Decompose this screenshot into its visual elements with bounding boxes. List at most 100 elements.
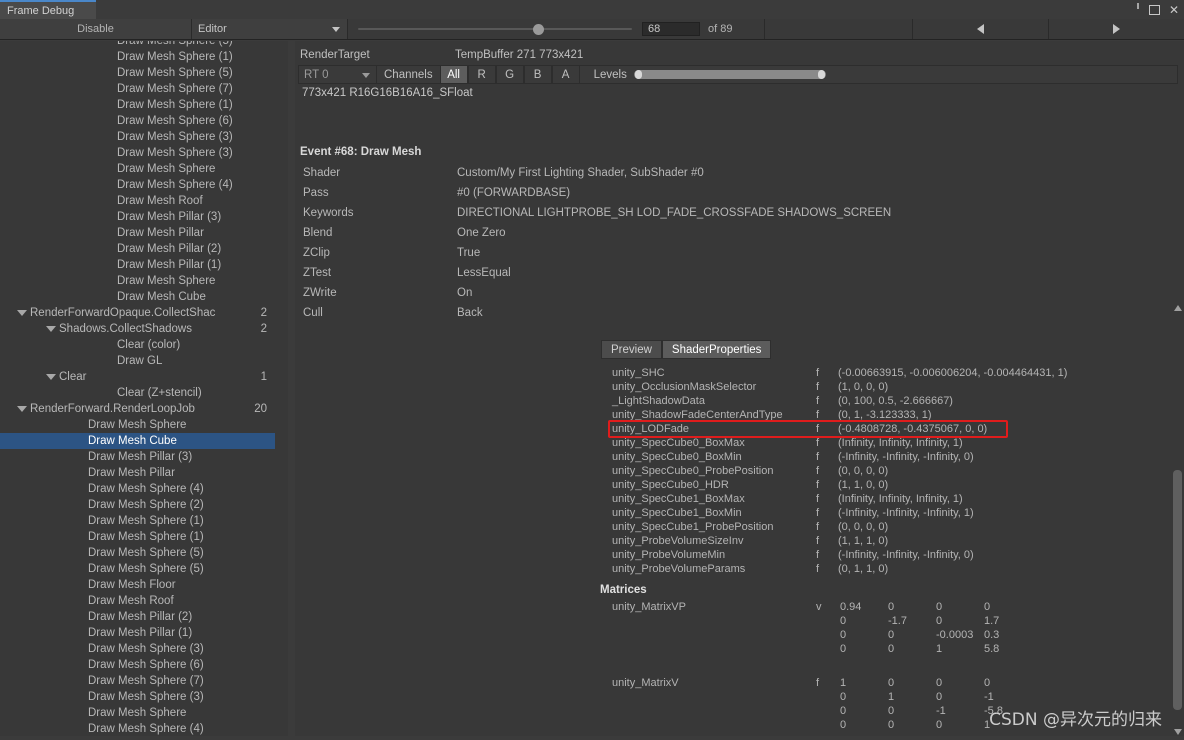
tree-item[interactable]: Draw Mesh Sphere (5) [0,545,275,561]
tree-item[interactable]: Draw Mesh Sphere (3) [0,641,275,657]
frame-slider-knob[interactable] [533,24,545,35]
close-icon[interactable]: ✕ [1169,4,1179,16]
tree-item[interactable]: Draw GL [0,353,275,369]
tree-item[interactable]: Draw Mesh Sphere (7) [0,673,275,689]
tree-item[interactable]: Draw Mesh Pillar (1) [0,625,275,641]
target-dropdown[interactable]: Editor [192,19,348,39]
tree-item[interactable]: Clear (Z+stencil) [0,385,275,401]
tree-item[interactable]: Draw Mesh Sphere (5) [0,65,275,81]
tree-item[interactable]: Draw Mesh Sphere (1) [0,97,275,113]
rt-select-dropdown[interactable]: RT 0 [299,66,377,83]
tree-item[interactable]: Draw Mesh Pillar (3) [0,209,275,225]
tree-item[interactable]: Draw Mesh Sphere (1) [0,49,275,65]
shader-property-name: unity_ProbeVolumeSizeInv [612,535,744,547]
shader-property-value: (1, 0, 0, 0) [838,381,889,393]
tree-item[interactable]: Draw Mesh Roof [0,193,275,209]
matrix-cell: 0 [888,643,895,655]
tree-item-label: Draw Mesh Sphere (7) [117,83,233,95]
event-property-value: True [457,247,481,259]
matrix-cell: 1.7 [984,615,1000,627]
triangle-down-icon[interactable] [17,406,27,412]
matrix-cell: 0 [984,677,991,689]
shader-properties-list[interactable]: unity_SHC f (-0.00663915, -0.006006204, -0… [598,359,1184,740]
frame-index-input[interactable]: 68 [642,22,700,36]
triangle-down-icon[interactable] [46,326,56,332]
scroll-down-icon[interactable] [1174,729,1182,735]
tab-frame-debug-label: Frame Debug [7,4,75,17]
detail-panel-scrollbar[interactable] [1171,300,1184,740]
matrix-cell: 0 [840,629,847,641]
tree-item[interactable]: Draw Mesh Sphere (3) [0,689,275,705]
tree-item[interactable]: Draw Mesh Sphere (6) [0,657,275,673]
tree-item[interactable]: Draw Mesh Sphere [0,417,275,433]
tree-item[interactable]: Draw Mesh Sphere [0,705,275,721]
triangle-down-icon[interactable] [17,310,27,316]
matrix-cell: 0 [888,719,895,731]
matrix-cell: 0 [888,677,895,689]
tree-item[interactable]: Draw Mesh Sphere (4) [0,721,275,737]
tree-item[interactable]: Draw Mesh Sphere (1) [0,529,275,545]
tree-item[interactable]: Draw Mesh Floor [0,577,275,593]
tree-item[interactable]: Draw Mesh Sphere (6) [0,113,275,129]
shader-property-type: f [816,465,820,477]
tree-item[interactable]: Draw Mesh Sphere (7) [0,81,275,97]
shader-property-type: f [816,563,820,575]
tree-item[interactable]: Clear 1 [0,369,275,385]
tab-shader-properties[interactable]: ShaderProperties [661,340,772,359]
matrix-cell: 0 [840,615,847,627]
channel-b-label: B [533,68,542,81]
tree-item[interactable]: Draw Mesh Sphere (4) [0,481,275,497]
next-event-button[interactable] [1048,19,1184,39]
tree-item[interactable]: Draw Mesh Sphere [0,273,275,289]
tree-item[interactable]: Draw Mesh Sphere [0,161,275,177]
tree-item[interactable]: Draw Mesh Pillar [0,465,275,481]
event-property-value: #0 (FORWARDBASE) [457,187,571,199]
levels-slider[interactable] [633,70,826,79]
tree-item[interactable]: Draw Mesh Pillar (1) [0,257,275,273]
tab-preview[interactable]: Preview [601,340,662,359]
kebab-menu-icon[interactable] [1136,3,1140,16]
tree-item-selected[interactable]: Draw Mesh Cube [0,433,275,449]
tab-frame-debug[interactable]: Frame Debug [0,0,96,19]
tree-item[interactable]: Draw Mesh Sphere (3) [0,145,275,161]
event-tree[interactable]: Draw Mesh Sphere (5) Draw Mesh Sphere (1)… [0,41,288,740]
channel-button-r[interactable]: R [467,66,496,83]
tree-item[interactable]: Draw Mesh Roof [0,593,275,609]
tree-item[interactable]: Clear (color) [0,337,275,353]
maximize-icon[interactable] [1148,4,1160,15]
tree-item[interactable]: Draw Mesh Sphere (5) [0,41,275,49]
scroll-up-icon[interactable] [1174,305,1182,311]
matrix-cell: 0.3 [984,629,1000,641]
triangle-down-icon[interactable] [46,374,56,380]
levels-min-handle[interactable] [634,70,642,79]
tree-item-label: Draw Mesh Sphere (5) [88,547,204,559]
levels-max-handle[interactable] [817,70,825,79]
tree-item[interactable]: RenderForwardOpaque.CollectShac 2 [0,305,275,321]
tree-item[interactable]: Draw Mesh Pillar [0,225,275,241]
channel-button-g[interactable]: G [495,66,524,83]
channel-button-a[interactable]: A [551,66,580,83]
channel-button-b[interactable]: B [523,66,552,83]
previous-event-button[interactable] [912,19,1048,39]
tree-item[interactable]: Draw Mesh Sphere (1) [0,513,275,529]
tree-item[interactable]: Shadows.CollectShadows 2 [0,321,275,337]
tree-item[interactable]: Draw Mesh Sphere (4) [0,177,275,193]
disable-button[interactable]: Disable [0,19,192,39]
shader-property-name: unity_SpecCube0_HDR [612,479,729,491]
toolbar-spacer [764,19,912,39]
scrollbar-thumb[interactable] [1173,470,1182,710]
frame-slider-track[interactable] [358,24,632,35]
tree-item[interactable]: Draw Mesh Sphere (2) [0,497,275,513]
tree-item[interactable]: RenderForward.RenderLoopJob 20 [0,401,275,417]
shader-property-type: f [816,437,820,449]
frame-slider[interactable] [348,19,642,39]
channel-button-all[interactable]: All [439,66,468,83]
shader-property-value: (-Infinity, -Infinity, -Infinity, 0) [838,451,974,463]
tree-item[interactable]: Draw Mesh Sphere (5) [0,561,275,577]
tree-item[interactable]: Draw Mesh Sphere (3) [0,129,275,145]
tree-item[interactable]: Draw Mesh Pillar (2) [0,241,275,257]
tree-item[interactable]: Draw Mesh Pillar (2) [0,609,275,625]
tree-item[interactable]: Draw Mesh Pillar (3) [0,449,275,465]
tree-item[interactable]: Draw Mesh Cube [0,289,275,305]
event-property-value: DIRECTIONAL LIGHTPROBE_SH LOD_FADE_CROSS… [457,207,892,219]
